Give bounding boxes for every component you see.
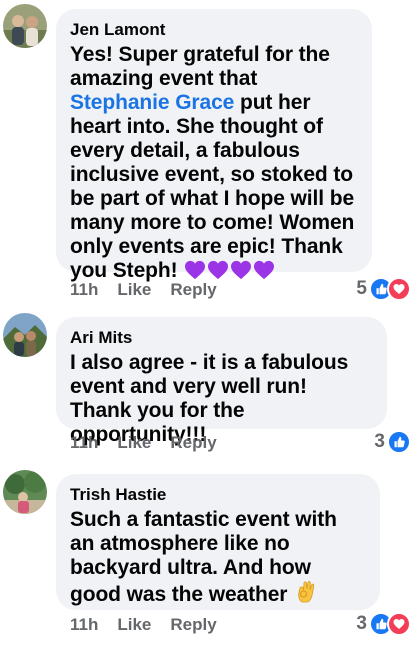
- reaction-count: 5: [356, 278, 367, 299]
- comment-bubble: Jen Lamont Yes! Super grateful for the a…: [56, 9, 372, 282]
- love-reaction-icon: [387, 612, 411, 636]
- like-reaction-icon: [387, 430, 411, 454]
- comment-actions: 11h Like Reply: [70, 433, 236, 453]
- comment-text: Yes! Super grateful for the amazing even…: [70, 43, 358, 286]
- comment-actions: 11h Like Reply: [70, 280, 236, 300]
- timestamp[interactable]: 11h: [70, 433, 98, 453]
- love-reaction-icon: [387, 277, 411, 301]
- comment-text: Such a fantastic event with an atmospher…: [70, 508, 366, 610]
- reaction-count: 3: [356, 613, 367, 634]
- comment-author[interactable]: Trish Hastie: [70, 484, 366, 506]
- reply-button[interactable]: Reply: [170, 433, 216, 453]
- timestamp[interactable]: 11h: [70, 615, 98, 635]
- avatar[interactable]: [3, 313, 47, 357]
- reaction-summary[interactable]: 3: [374, 430, 411, 454]
- reaction-summary[interactable]: 3: [356, 612, 411, 636]
- avatar[interactable]: [3, 4, 47, 48]
- ok-hand-icon: [296, 580, 318, 610]
- comment-author[interactable]: Ari Mits: [70, 327, 373, 349]
- reaction-count: 3: [374, 431, 385, 452]
- like-button[interactable]: Like: [117, 280, 151, 300]
- like-button[interactable]: Like: [117, 615, 151, 635]
- reply-button[interactable]: Reply: [170, 615, 216, 635]
- timestamp[interactable]: 11h: [70, 280, 98, 300]
- avatar[interactable]: [3, 470, 47, 514]
- purple-heart-icon: [253, 260, 275, 286]
- comment-bubble: Ari Mits I also agree - it is a fabulous…: [56, 317, 387, 446]
- comment-text-part: put her heart into. She thought of every…: [70, 91, 355, 282]
- comment-author[interactable]: Jen Lamont: [70, 19, 358, 41]
- comment-actions: 11h Like Reply: [70, 615, 236, 635]
- comment-bubble: Trish Hastie Such a fantastic event with…: [56, 474, 380, 610]
- comment-text-part: Yes! Super grateful for the amazing even…: [70, 43, 330, 90]
- mention-link[interactable]: Stephanie Grace: [70, 91, 234, 114]
- like-button[interactable]: Like: [117, 433, 151, 453]
- reaction-summary[interactable]: 5: [356, 277, 411, 301]
- reply-button[interactable]: Reply: [170, 280, 216, 300]
